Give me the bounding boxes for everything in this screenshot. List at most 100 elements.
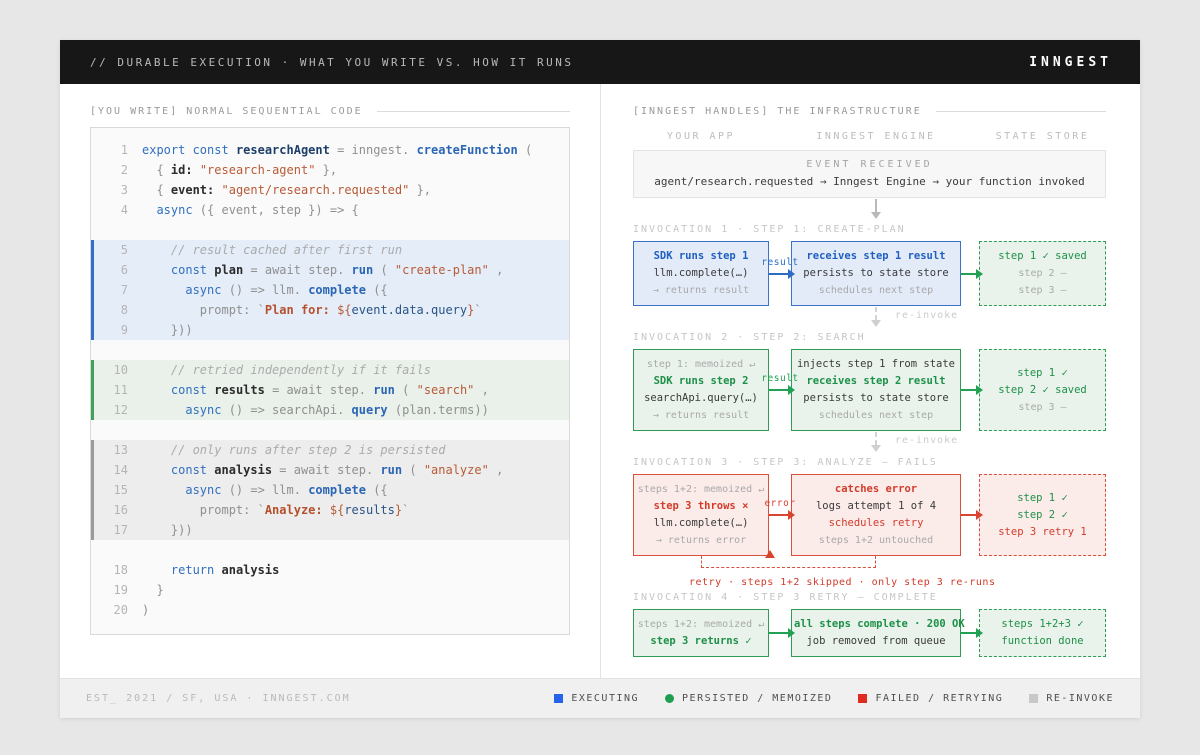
divider-rule — [377, 111, 570, 112]
line-number — [94, 540, 128, 560]
state-box-line: steps 1+2+3 ✓ — [982, 617, 1103, 632]
arrow-label: result — [761, 373, 798, 384]
app-box-line: step 3 returns ✓ — [636, 634, 766, 649]
code-text: async ({ event, step }) => { — [142, 200, 359, 220]
line-number: 13 — [94, 440, 128, 460]
code-text: })) — [142, 520, 193, 540]
code-spacer — [91, 420, 569, 440]
state-box-line: step 3 — — [982, 283, 1103, 298]
code-text: prompt: `Plan for: ${event.data.query}` — [142, 300, 482, 320]
app-box-line: step 1: memoized ↵ — [636, 357, 766, 372]
code-line: 10 // retried independently if it fails — [91, 360, 569, 380]
state-box-line: function done — [982, 634, 1103, 649]
app-box-line: → returns result — [636, 408, 766, 423]
infrastructure-panel: [INNGEST HANDLES] THE INFRASTRUCTURE YOU… — [600, 84, 1141, 678]
code-text: { id: "research-agent" }, — [142, 160, 337, 180]
arrow-down-icon — [871, 320, 881, 327]
engine-box-line: catches error — [794, 482, 958, 497]
code-text: // only runs after step 2 is persisted — [142, 440, 445, 460]
state-box-line: step 1 ✓ saved — [982, 249, 1103, 264]
line-number: 14 — [94, 460, 128, 480]
legend-item: RE-INVOKE — [1029, 693, 1114, 704]
engine-box: receives step 1 resultpersists to state … — [791, 241, 961, 306]
legend-label: EXECUTING — [571, 693, 639, 704]
reinvoke-connector: re-invoke — [633, 431, 1106, 455]
line-number: 12 — [94, 400, 128, 420]
code-text: } — [142, 580, 164, 600]
code-text: const analysis = await step. run ( "anal… — [142, 460, 503, 480]
engine-box-line: schedules next step — [794, 283, 958, 298]
content-area: [YOU WRITE] NORMAL SEQUENTIAL CODE 1 expo… — [60, 84, 1140, 678]
connector-line — [875, 307, 877, 320]
app-box-line: SDK runs step 2 — [636, 374, 766, 389]
legend-swatch-icon — [858, 694, 867, 703]
code-line: 18 return analysis — [91, 560, 569, 580]
line-number: 5 — [94, 240, 128, 260]
code-text: async () => llm. complete ({ — [142, 480, 388, 500]
app-box-line: llm.complete(…) — [636, 266, 766, 281]
line-number: 11 — [94, 380, 128, 400]
line-number: 9 — [94, 320, 128, 340]
engine-box-line: persists to state store — [794, 266, 958, 281]
line-number: 2 — [94, 160, 128, 180]
state-box: steps 1+2+3 ✓ function done — [979, 609, 1106, 657]
state-box-line: step 2 — — [982, 266, 1103, 281]
state-box-line: step 1 ✓ — [982, 491, 1103, 506]
line-number: 4 — [94, 200, 128, 220]
code-line: 1 export const researchAgent = inngest. c… — [91, 140, 569, 160]
engine-box-line: persists to state store — [794, 391, 958, 406]
line-number: 20 — [94, 600, 128, 620]
engine-box-line: schedules retry — [794, 516, 958, 531]
code-text: return analysis — [142, 560, 279, 580]
arrow-right-icon — [769, 632, 791, 634]
connector-line — [875, 432, 877, 445]
code-text: // result cached after first run — [142, 240, 402, 260]
app-box-line: steps 1+2: memoized ↵ — [636, 617, 766, 632]
column-header-state-store: STATE STORE — [979, 131, 1106, 142]
arrow-up-icon — [765, 550, 775, 558]
code-section-title: [YOU WRITE] NORMAL SEQUENTIAL CODE — [90, 106, 363, 117]
app-box: steps 1+2: memoized ↵ step 3 returns ✓ — [633, 609, 769, 657]
code-line: 8 prompt: `Plan for: ${event.data.query}… — [91, 300, 569, 320]
code-line: 11 const results = await step. run ( "se… — [91, 380, 569, 400]
event-banner-title: EVENT RECEIVED — [638, 159, 1101, 170]
invocation-row: SDK runs step 1llm.complete(…)→ returns … — [633, 241, 1106, 306]
invocation-row: steps 1+2: memoized ↵step 3 throws ×llm.… — [633, 474, 1106, 556]
state-box: step 1 ✓step 2 ✓ savedstep 3 — — [979, 349, 1106, 431]
legend-label: PERSISTED / MEMOIZED — [682, 693, 832, 704]
engine-box: catches errorlogs attempt 1 of 4schedule… — [791, 474, 961, 556]
retry-note: retry · steps 1+2 skipped · only step 3 … — [689, 577, 1106, 588]
arrow-right-icon — [961, 389, 979, 391]
engine-box-line: steps 1+2 untouched — [794, 533, 958, 548]
code-spacer — [91, 340, 569, 360]
line-number: 7 — [94, 280, 128, 300]
invocation-label: INVOCATION 4 · STEP 3 RETRY — COMPLETE — [633, 592, 1106, 603]
footer-meta[interactable]: EST_ 2021 / SF, USA · INNGEST.COM — [86, 693, 351, 704]
app-box: SDK runs step 1llm.complete(…)→ returns … — [633, 241, 769, 306]
engine-box-line: receives step 2 result — [794, 374, 958, 389]
line-number: 16 — [94, 500, 128, 520]
arrow-right-icon — [961, 514, 979, 516]
state-box-line: step 1 ✓ — [982, 366, 1103, 381]
reinvoke-label: re-invoke — [895, 310, 958, 321]
code-line: 12 async () => searchApi. query (plan.te… — [91, 400, 569, 420]
app-box-line: searchApi.query(…) — [636, 391, 766, 406]
arrow-down-icon — [871, 445, 881, 452]
code-text: async () => llm. complete ({ — [142, 280, 388, 300]
arrow-right-icon: result — [769, 273, 791, 275]
arrow-down-icon — [871, 212, 881, 219]
invocation-row: step 1: memoized ↵ SDK runs step 2 searchA… — [633, 349, 1106, 431]
code-line: 7 async () => llm. complete ({ — [91, 280, 569, 300]
footer-bar: EST_ 2021 / SF, USA · INNGEST.COM EXECUT… — [60, 678, 1140, 718]
line-number: 1 — [94, 140, 128, 160]
legend-label: RE-INVOKE — [1046, 693, 1114, 704]
code-text: export const researchAgent = inngest. cr… — [142, 140, 532, 160]
code-line: 4 async ({ event, step }) => { — [91, 200, 569, 220]
code-text: const plan = await step. run ( "create-p… — [142, 260, 503, 280]
arrow-label: error — [764, 498, 795, 509]
state-box-line: step 3 — — [982, 400, 1103, 415]
line-number: 10 — [94, 360, 128, 380]
invocation-label: INVOCATION 1 · STEP 1: CREATE-PLAN — [633, 224, 1106, 235]
arrow-label: result — [761, 257, 798, 268]
column-headers: YOUR APPINNGEST ENGINESTATE STORE — [633, 131, 1106, 142]
